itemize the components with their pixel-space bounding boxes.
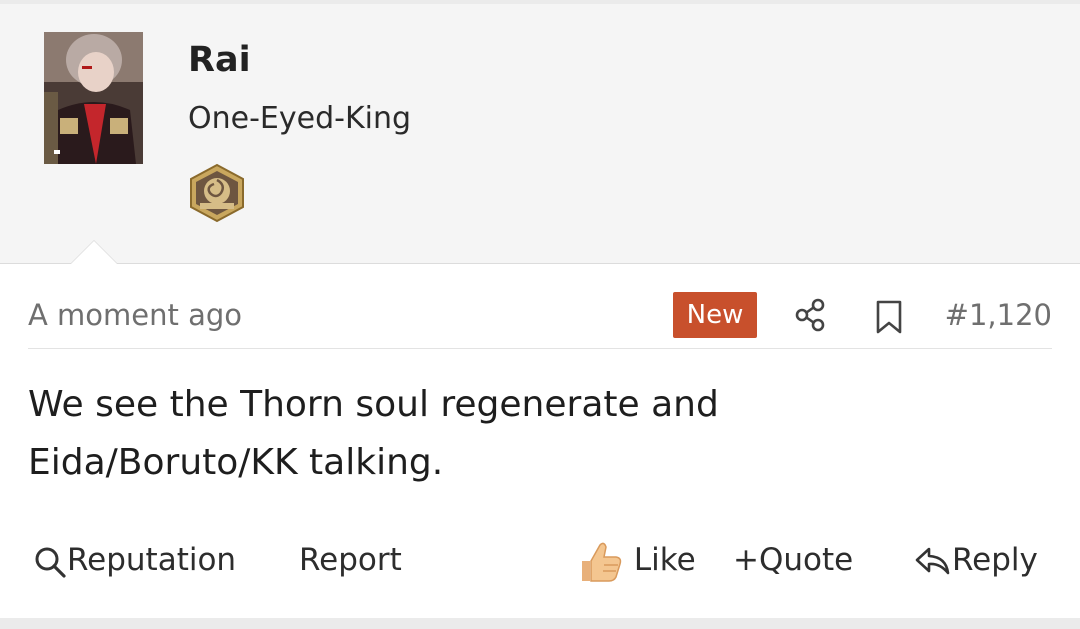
report-button[interactable]: Report: [299, 532, 402, 588]
user-title: One-Eyed-King: [188, 101, 412, 136]
thumbs-up-icon: [582, 542, 622, 582]
post-message: We see the Thorn soul regenerate and Eid…: [28, 376, 1048, 492]
reputation-label: Reputation: [67, 542, 237, 578]
post-number[interactable]: #1,120: [945, 298, 1052, 332]
avatar[interactable]: [44, 32, 143, 164]
panel-pointer: [70, 240, 118, 264]
message-line: We see the Thorn soul regenerate and: [28, 384, 719, 425]
message-line: Eida/Boruto/KK talking.: [28, 442, 444, 483]
bookmark-icon[interactable]: [874, 300, 904, 334]
post: Rai One-Eyed-King A moment ago New #1,12…: [0, 4, 1080, 618]
post-timestamp[interactable]: A moment ago: [28, 298, 242, 332]
new-badge: New: [673, 292, 757, 338]
search-icon: [35, 547, 66, 578]
reply-icon: [915, 547, 950, 574]
user-panel: Rai One-Eyed-King: [0, 4, 1080, 264]
reputation-button[interactable]: Reputation: [33, 532, 236, 588]
post-actions: Reputation Report Like +Quote Reply: [0, 532, 1080, 588]
share-icon[interactable]: [794, 298, 828, 332]
quote-label: Quote: [758, 542, 854, 578]
quote-button[interactable]: +Quote: [733, 532, 853, 588]
plus-icon: +: [733, 542, 759, 578]
reply-button[interactable]: Reply: [914, 532, 1038, 588]
like-button[interactable]: Like: [578, 532, 696, 588]
post-meta: A moment ago New #1,120: [28, 290, 1052, 349]
username[interactable]: Rai: [188, 40, 251, 80]
reply-label: Reply: [952, 542, 1038, 578]
like-label: Like: [633, 542, 696, 578]
hexagon-emblem-icon[interactable]: [188, 163, 246, 223]
